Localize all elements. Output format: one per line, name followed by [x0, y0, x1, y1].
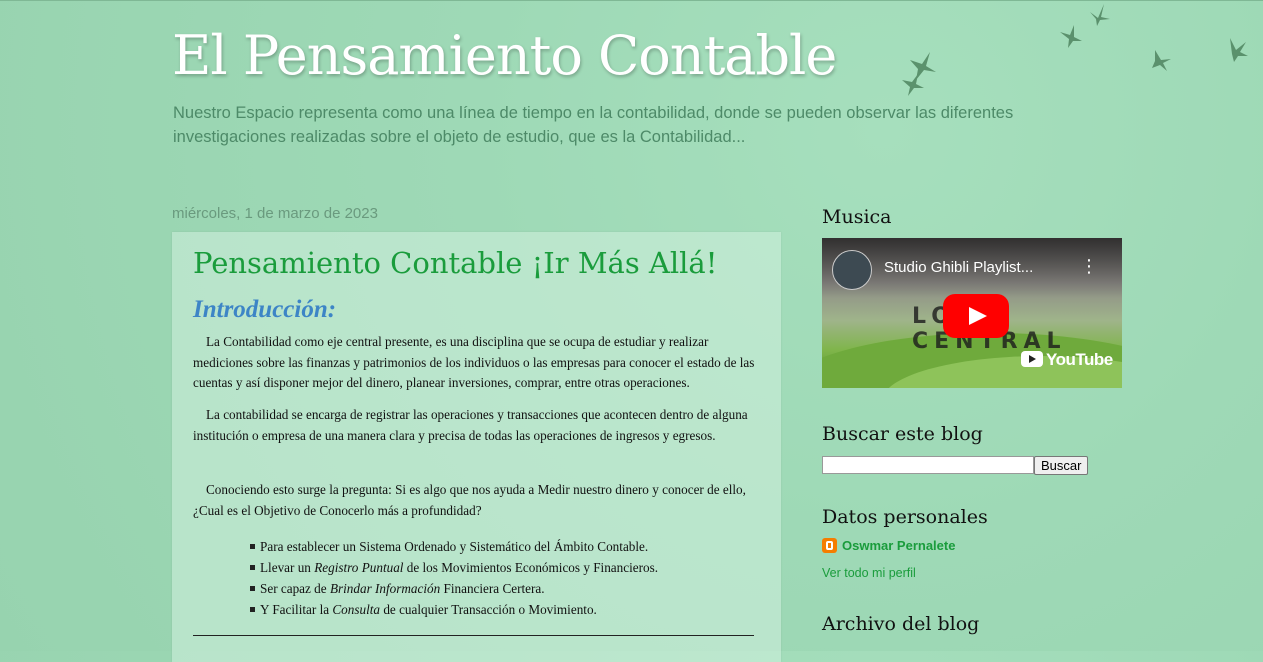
search-button[interactable]: Buscar — [1034, 456, 1089, 475]
music-widget-title: Musica — [822, 206, 892, 228]
list-item: Para establecer un Sistema Ordenado y Si… — [250, 536, 658, 557]
bullet-icon — [250, 565, 255, 570]
list-item: Llevar un Registro Puntual de los Movimi… — [250, 557, 658, 578]
profile-name-link[interactable]: Oswmar Pernalete — [822, 538, 955, 553]
post-title[interactable]: Pensamiento Contable ¡Ir Más Allá! — [193, 246, 717, 280]
search-input[interactable] — [822, 456, 1034, 474]
objectives-list: Para establecer un Sistema Ordenado y Si… — [250, 536, 658, 620]
youtube-logo[interactable]: YouTube — [1021, 350, 1113, 370]
search-widget-title: Buscar este blog — [822, 423, 983, 445]
youtube-logo-icon — [1021, 351, 1043, 367]
bullet-icon — [250, 586, 255, 591]
channel-avatar[interactable] — [832, 250, 872, 290]
paragraph-3: Conociendo esto surge la pregunta: Si es… — [193, 482, 746, 518]
post-date: miércoles, 1 de marzo de 2023 — [172, 205, 378, 222]
list-item: Y Facilitar la Consulta de cualquier Tra… — [250, 599, 658, 620]
blogger-icon — [822, 538, 837, 553]
bullet-icon — [250, 544, 255, 549]
video-title[interactable]: Studio Ghibli Playlist... — [884, 259, 1033, 276]
intro-heading: Introducción: — [193, 296, 337, 323]
horizontal-rule — [193, 635, 754, 636]
youtube-play-icon[interactable] — [943, 294, 1009, 338]
paragraph-1: La Contabilidad como eje central present… — [193, 334, 755, 390]
archive-widget-title: Archivo del blog — [822, 613, 980, 635]
blog-title[interactable]: El Pensamiento Contable — [172, 24, 837, 87]
post-container: Pensamiento Contable ¡Ir Más Allá! Intro… — [172, 232, 781, 662]
list-item: Ser capaz de Brindar Información Financi… — [250, 578, 658, 599]
view-full-profile-link[interactable]: Ver todo mi perfil — [822, 566, 916, 580]
bullet-icon — [250, 607, 255, 612]
paragraph-2: La contabilidad se encarga de registrar … — [193, 407, 748, 443]
birds-decoration-icon — [902, 4, 1248, 96]
more-vert-icon[interactable]: ⋮ — [1080, 256, 1098, 277]
profile-widget-title: Datos personales — [822, 506, 988, 528]
youtube-video-embed[interactable]: LOFI CENTRAL Studio Ghibli Playlist... ⋮… — [822, 238, 1122, 388]
